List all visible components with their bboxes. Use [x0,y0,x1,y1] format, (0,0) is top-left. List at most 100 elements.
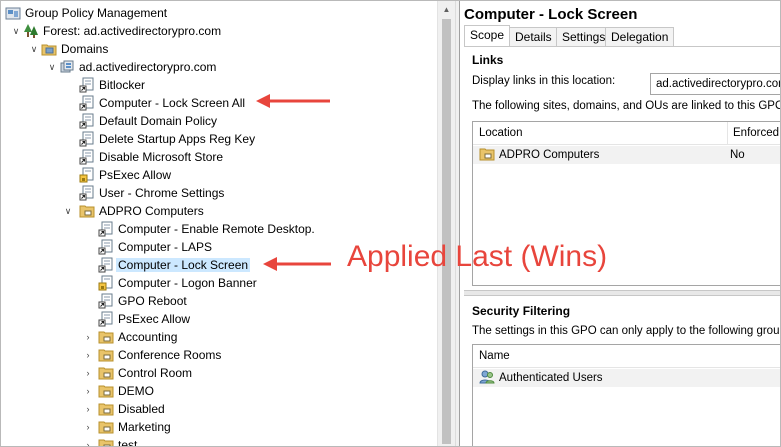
table-row[interactable]: ADPRO Computers No [473,146,780,164]
tab-settings[interactable]: Settings [556,27,612,46]
tree-domains-label: Domains [61,42,109,56]
gpo-link-enforced-icon [79,167,95,183]
domain-icon [59,59,75,75]
gpo-link-label: PsExec Allow [118,312,191,326]
display-links-combobox[interactable]: ad.activedirectorypro.com [650,73,780,95]
ou-folder-icon [79,203,95,219]
chevron-right-icon[interactable]: › [83,400,93,418]
tree-sub-ou[interactable]: DEMO [98,382,154,400]
ou-folder-icon [479,146,495,162]
tree-scrollbar[interactable]: ▲ [437,1,455,446]
gpo-link-label: Computer - LAPS [118,240,213,254]
ou-folder-icon [98,437,114,446]
tree-gpo-link[interactable]: Disable Microsoft Store [79,148,223,166]
links-table-header: Location Enforced [473,122,780,145]
tree-domains[interactable]: Domains [41,40,108,58]
tree-root-label: Group Policy Management [25,6,168,20]
scrollbar-thumb[interactable] [442,19,451,444]
tree-sub-ou[interactable]: Accounting [98,328,177,346]
tree-domain-label: ad.activedirectorypro.com [79,60,217,74]
chevron-down-icon[interactable]: ∨ [47,58,57,76]
sub-ou-label: test [118,438,138,446]
security-filtering-description: The settings in this GPO can only apply … [472,325,781,337]
chevron-right-icon[interactable]: › [83,364,93,382]
tree-gpo-link[interactable]: Default Domain Policy [79,112,217,130]
tree-ou-label: ADPRO Computers [99,204,204,218]
chevron-down-icon[interactable]: ∨ [29,40,39,58]
ou-folder-icon [98,383,114,399]
tree-gpo-link[interactable]: PsExec Allow [98,310,190,328]
gpo-link-icon [98,293,114,309]
gpo-link-label: Computer - Logon Banner [118,276,257,290]
tree-gpo-link[interactable]: Computer - Enable Remote Desktop. [98,220,315,238]
gpo-link-icon [98,257,114,273]
tab-delegation[interactable]: Delegation [605,27,675,46]
tree-root[interactable]: Group Policy Management [5,4,167,22]
gpo-link-icon [79,131,95,147]
sub-ou-label: Marketing [118,420,171,434]
scroll-up-arrow-icon[interactable]: ▲ [438,1,455,18]
tree-sub-ou[interactable]: test [98,436,137,446]
tree-forest[interactable]: Forest: ad.activedirectorypro.com [23,22,221,40]
column-header-name[interactable]: Name [473,345,510,367]
chevron-right-icon[interactable]: › [83,436,93,446]
tree-gpo-link[interactable]: PsExec Allow [79,166,171,184]
domains-folder-icon [41,41,57,57]
tree-gpo-link[interactable]: Computer - Lock Screen All [79,94,245,112]
section-splitter[interactable] [464,290,780,296]
column-header-location[interactable]: Location [473,122,522,144]
chevron-right-icon[interactable]: › [83,346,93,364]
chevron-right-icon[interactable]: › [83,382,93,400]
users-group-icon [479,369,495,385]
display-links-label: Display links in this location: [472,75,616,87]
chevron-right-icon[interactable]: › [83,418,93,436]
gpo-link-label: Bitlocker [99,78,146,92]
link-location: ADPRO Computers [499,149,600,161]
table-row[interactable]: Authenticated Users [473,369,780,387]
links-heading: Links [472,53,504,67]
gpo-link-label: Default Domain Policy [99,114,218,128]
tree-gpo-link-selected[interactable]: Computer - Lock Screen [98,256,251,274]
column-header-enforced[interactable]: Enforced [727,122,779,144]
gpo-link-icon [98,239,114,255]
tree-ou[interactable]: ADPRO Computers [79,202,204,220]
sub-ou-label: Disabled [118,402,165,416]
tree-gpo-link[interactable]: User - Chrome Settings [79,184,224,202]
sub-ou-label: DEMO [118,384,154,398]
tab-scope[interactable]: Scope [464,25,511,46]
chevron-down-icon[interactable]: ∨ [63,202,73,220]
gpo-link-icon [79,185,95,201]
tree-gpo-link[interactable]: Delete Startup Apps Reg Key [79,130,255,148]
gpo-link-label: User - Chrome Settings [99,186,225,200]
gpo-link-label: Delete Startup Apps Reg Key [99,132,256,146]
gpo-link-label: Computer - Enable Remote Desktop. [118,222,315,236]
tree-domain[interactable]: ad.activedirectorypro.com [59,58,216,76]
tree-gpo-link[interactable]: GPO Reboot [98,292,187,310]
tree-sub-ou[interactable]: Marketing [98,418,171,436]
tree-gpo-link[interactable]: Bitlocker [79,76,145,94]
gpmc-icon [5,5,21,21]
gpo-link-icon [79,113,95,129]
gpo-link-icon [79,149,95,165]
gpo-title: Computer - Lock Screen [464,6,638,23]
tree-sub-ou[interactable]: Control Room [98,364,192,382]
gpo-link-label: Computer - Lock Screen All [99,96,246,110]
security-filtering-heading: Security Filtering [472,304,571,318]
gpo-link-icon [98,311,114,327]
sub-ou-label: Accounting [118,330,178,344]
security-table-header: Name [473,345,780,368]
tree-gpo-link[interactable]: Computer - Logon Banner [98,274,257,292]
security-filtering-table: Name Authenticated Users [472,344,780,446]
security-principal: Authenticated Users [499,372,603,384]
ou-folder-icon [98,329,114,345]
chevron-down-icon[interactable]: ∨ [11,22,21,40]
tree-sub-ou[interactable]: Disabled [98,400,165,418]
gpo-link-label: Disable Microsoft Store [99,150,224,164]
gpo-link-icon [98,221,114,237]
tab-details[interactable]: Details [509,27,558,46]
gpo-link-label: GPO Reboot [118,294,187,308]
tree-sub-ou[interactable]: Conference Rooms [98,346,221,364]
chevron-right-icon[interactable]: › [83,328,93,346]
tree-gpo-link[interactable]: Computer - LAPS [98,238,212,256]
ou-folder-icon [98,401,114,417]
